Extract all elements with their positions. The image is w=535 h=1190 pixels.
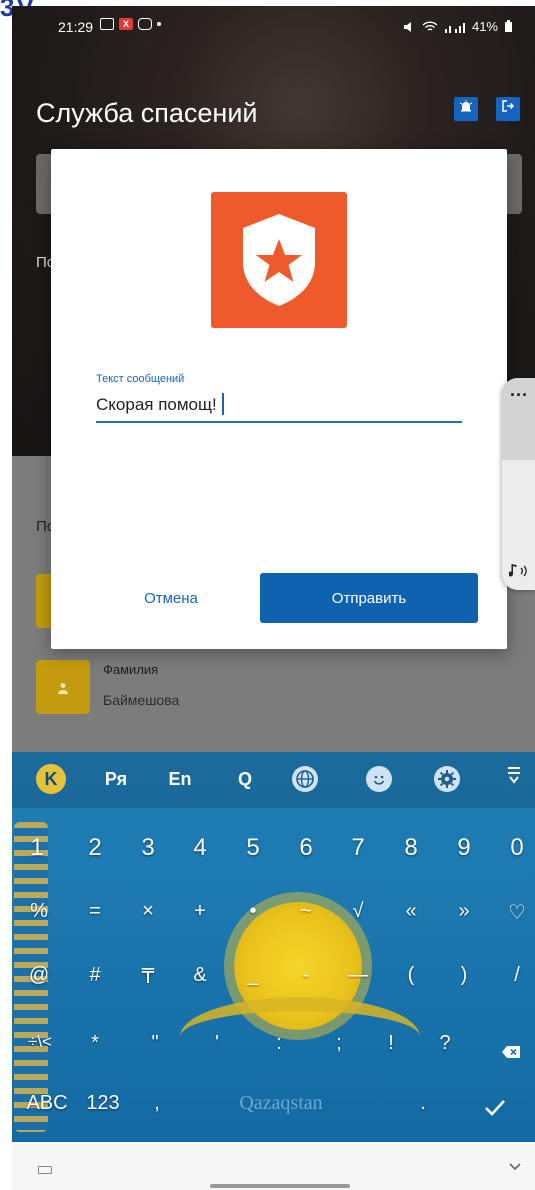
key-equals[interactable]: =	[80, 900, 110, 923]
list-item-subtitle: Баймешова	[103, 692, 180, 708]
instagram-icon	[138, 18, 152, 30]
gallery-icon	[100, 18, 114, 30]
key-question[interactable]: ?	[430, 1032, 460, 1055]
key-4[interactable]: 4	[185, 834, 215, 862]
period-key[interactable]: .	[408, 1092, 438, 1115]
key-9[interactable]: 9	[449, 834, 479, 862]
wifi-icon	[422, 20, 438, 31]
more-notifications-icon	[157, 22, 161, 26]
message-input[interactable]	[96, 389, 462, 423]
page-title: Служба спасений	[36, 98, 258, 128]
key-math-symbols[interactable]: ÷\<	[18, 1032, 62, 1052]
key-double-quote[interactable]: "	[140, 1032, 170, 1055]
text-cursor	[222, 393, 224, 415]
backspace-icon	[502, 1046, 520, 1058]
logout-button[interactable]	[496, 97, 520, 121]
key-semicolon[interactable]: ;	[324, 1032, 354, 1055]
key-dash[interactable]: —	[343, 964, 373, 987]
collapse-keyboard-icon[interactable]	[502, 764, 526, 794]
gesture-handle[interactable]	[210, 1184, 350, 1188]
key-hash[interactable]: #	[80, 964, 110, 987]
alarm-button[interactable]	[454, 97, 478, 121]
key-0[interactable]: 0	[502, 834, 532, 862]
system-icons: 41%	[402, 19, 513, 34]
qwerty-key[interactable]: Q	[230, 764, 260, 794]
battery-icon	[505, 20, 512, 32]
app-x-icon: X	[119, 18, 133, 30]
key-2[interactable]: 2	[80, 834, 110, 862]
avatar	[36, 660, 90, 714]
key-sqrt[interactable]: √	[343, 900, 373, 923]
keyboard-switch-icon[interactable]	[38, 1166, 52, 1174]
send-button[interactable]: Отправить	[260, 573, 478, 623]
checkmark-icon	[485, 1100, 505, 1116]
key-slash[interactable]: /	[502, 964, 532, 987]
notification-icons: X	[100, 18, 161, 30]
keyboard-logo-key[interactable]: K	[36, 764, 66, 794]
key-1[interactable]: 1	[22, 834, 52, 862]
space-key[interactable]: Qazaqstan	[206, 1092, 356, 1115]
numeric-key[interactable]: 123	[78, 1092, 128, 1115]
message-field-label: Текст сообщений	[96, 373, 185, 385]
signal-icon	[444, 22, 465, 33]
key-plus[interactable]: +	[185, 900, 215, 923]
navigation-bar	[12, 1142, 535, 1190]
key-ampersand[interactable]: &	[185, 964, 215, 987]
key-8[interactable]: 8	[396, 834, 426, 862]
more-icon[interactable]: ···	[510, 386, 528, 404]
person-icon	[58, 683, 68, 694]
key-bullet[interactable]: •	[238, 900, 268, 923]
emoji-icon[interactable]	[366, 766, 392, 792]
key-multiply[interactable]: ×	[133, 900, 163, 923]
globe-icon[interactable]	[292, 766, 318, 792]
phone-screen: 21:29 X 41% Служба спасений По По Фамили…	[12, 6, 535, 1190]
key-heart[interactable]: ♡	[502, 900, 532, 925]
list-item-title: Фамилия	[103, 662, 159, 677]
status-time: 21:29	[58, 19, 94, 35]
backspace-key[interactable]	[496, 1038, 526, 1066]
key-hyphen[interactable]: -	[291, 964, 321, 987]
key-tilde[interactable]: ~	[291, 900, 321, 923]
shield-star-icon	[243, 214, 315, 306]
key-paren-left[interactable]: (	[396, 964, 426, 987]
key-quote-right[interactable]: »	[449, 900, 479, 923]
enter-key[interactable]	[478, 1096, 512, 1124]
key-asterisk[interactable]: *	[80, 1032, 110, 1055]
key-underscore[interactable]: _	[238, 964, 268, 987]
rescue-logo	[211, 192, 347, 328]
key-quote-left[interactable]: «	[396, 900, 426, 923]
comma-key[interactable]: ,	[142, 1092, 172, 1115]
send-message-dialog: Текст сообщений Отмена Отправить	[51, 149, 507, 649]
key-paren-right[interactable]: )	[449, 964, 479, 987]
keyboard-toolbar: K Ря En Q	[12, 752, 535, 808]
list-item[interactable]: Фамилия Баймешова	[36, 660, 516, 720]
key-percent[interactable]: %	[24, 900, 54, 923]
alarm-icon	[459, 100, 473, 112]
mute-icon	[403, 21, 411, 32]
gear-icon[interactable]	[434, 766, 460, 792]
key-at[interactable]: @	[22, 964, 56, 987]
key-tenge[interactable]: ₸	[133, 964, 163, 989]
key-5[interactable]: 5	[238, 834, 268, 862]
key-6[interactable]: 6	[291, 834, 321, 862]
key-3[interactable]: 3	[133, 834, 163, 862]
abc-key[interactable]: ABC	[18, 1092, 76, 1115]
chevron-down-icon[interactable]	[508, 1160, 522, 1174]
key-exclamation[interactable]: !	[376, 1032, 406, 1055]
sound-icon[interactable]	[509, 562, 531, 580]
keyboard: K Ря En Q 1 2 3 4 5 6 7 8 9 0 % = × + • …	[12, 752, 535, 1142]
logout-icon	[502, 100, 515, 112]
status-bar: 21:29 X 41%	[12, 6, 535, 46]
key-apostrophe[interactable]: '	[202, 1032, 232, 1055]
lang-en-key[interactable]: En	[162, 764, 198, 794]
battery-percent: 41%	[471, 19, 498, 34]
key-colon[interactable]: :	[264, 1032, 294, 1055]
cancel-button[interactable]: Отмена	[111, 573, 231, 623]
edge-panel-handle[interactable]: ···	[502, 378, 535, 590]
lang-ru-key[interactable]: Ря	[96, 764, 136, 794]
key-7[interactable]: 7	[343, 834, 373, 862]
edge-panel-top: ···	[502, 378, 535, 460]
